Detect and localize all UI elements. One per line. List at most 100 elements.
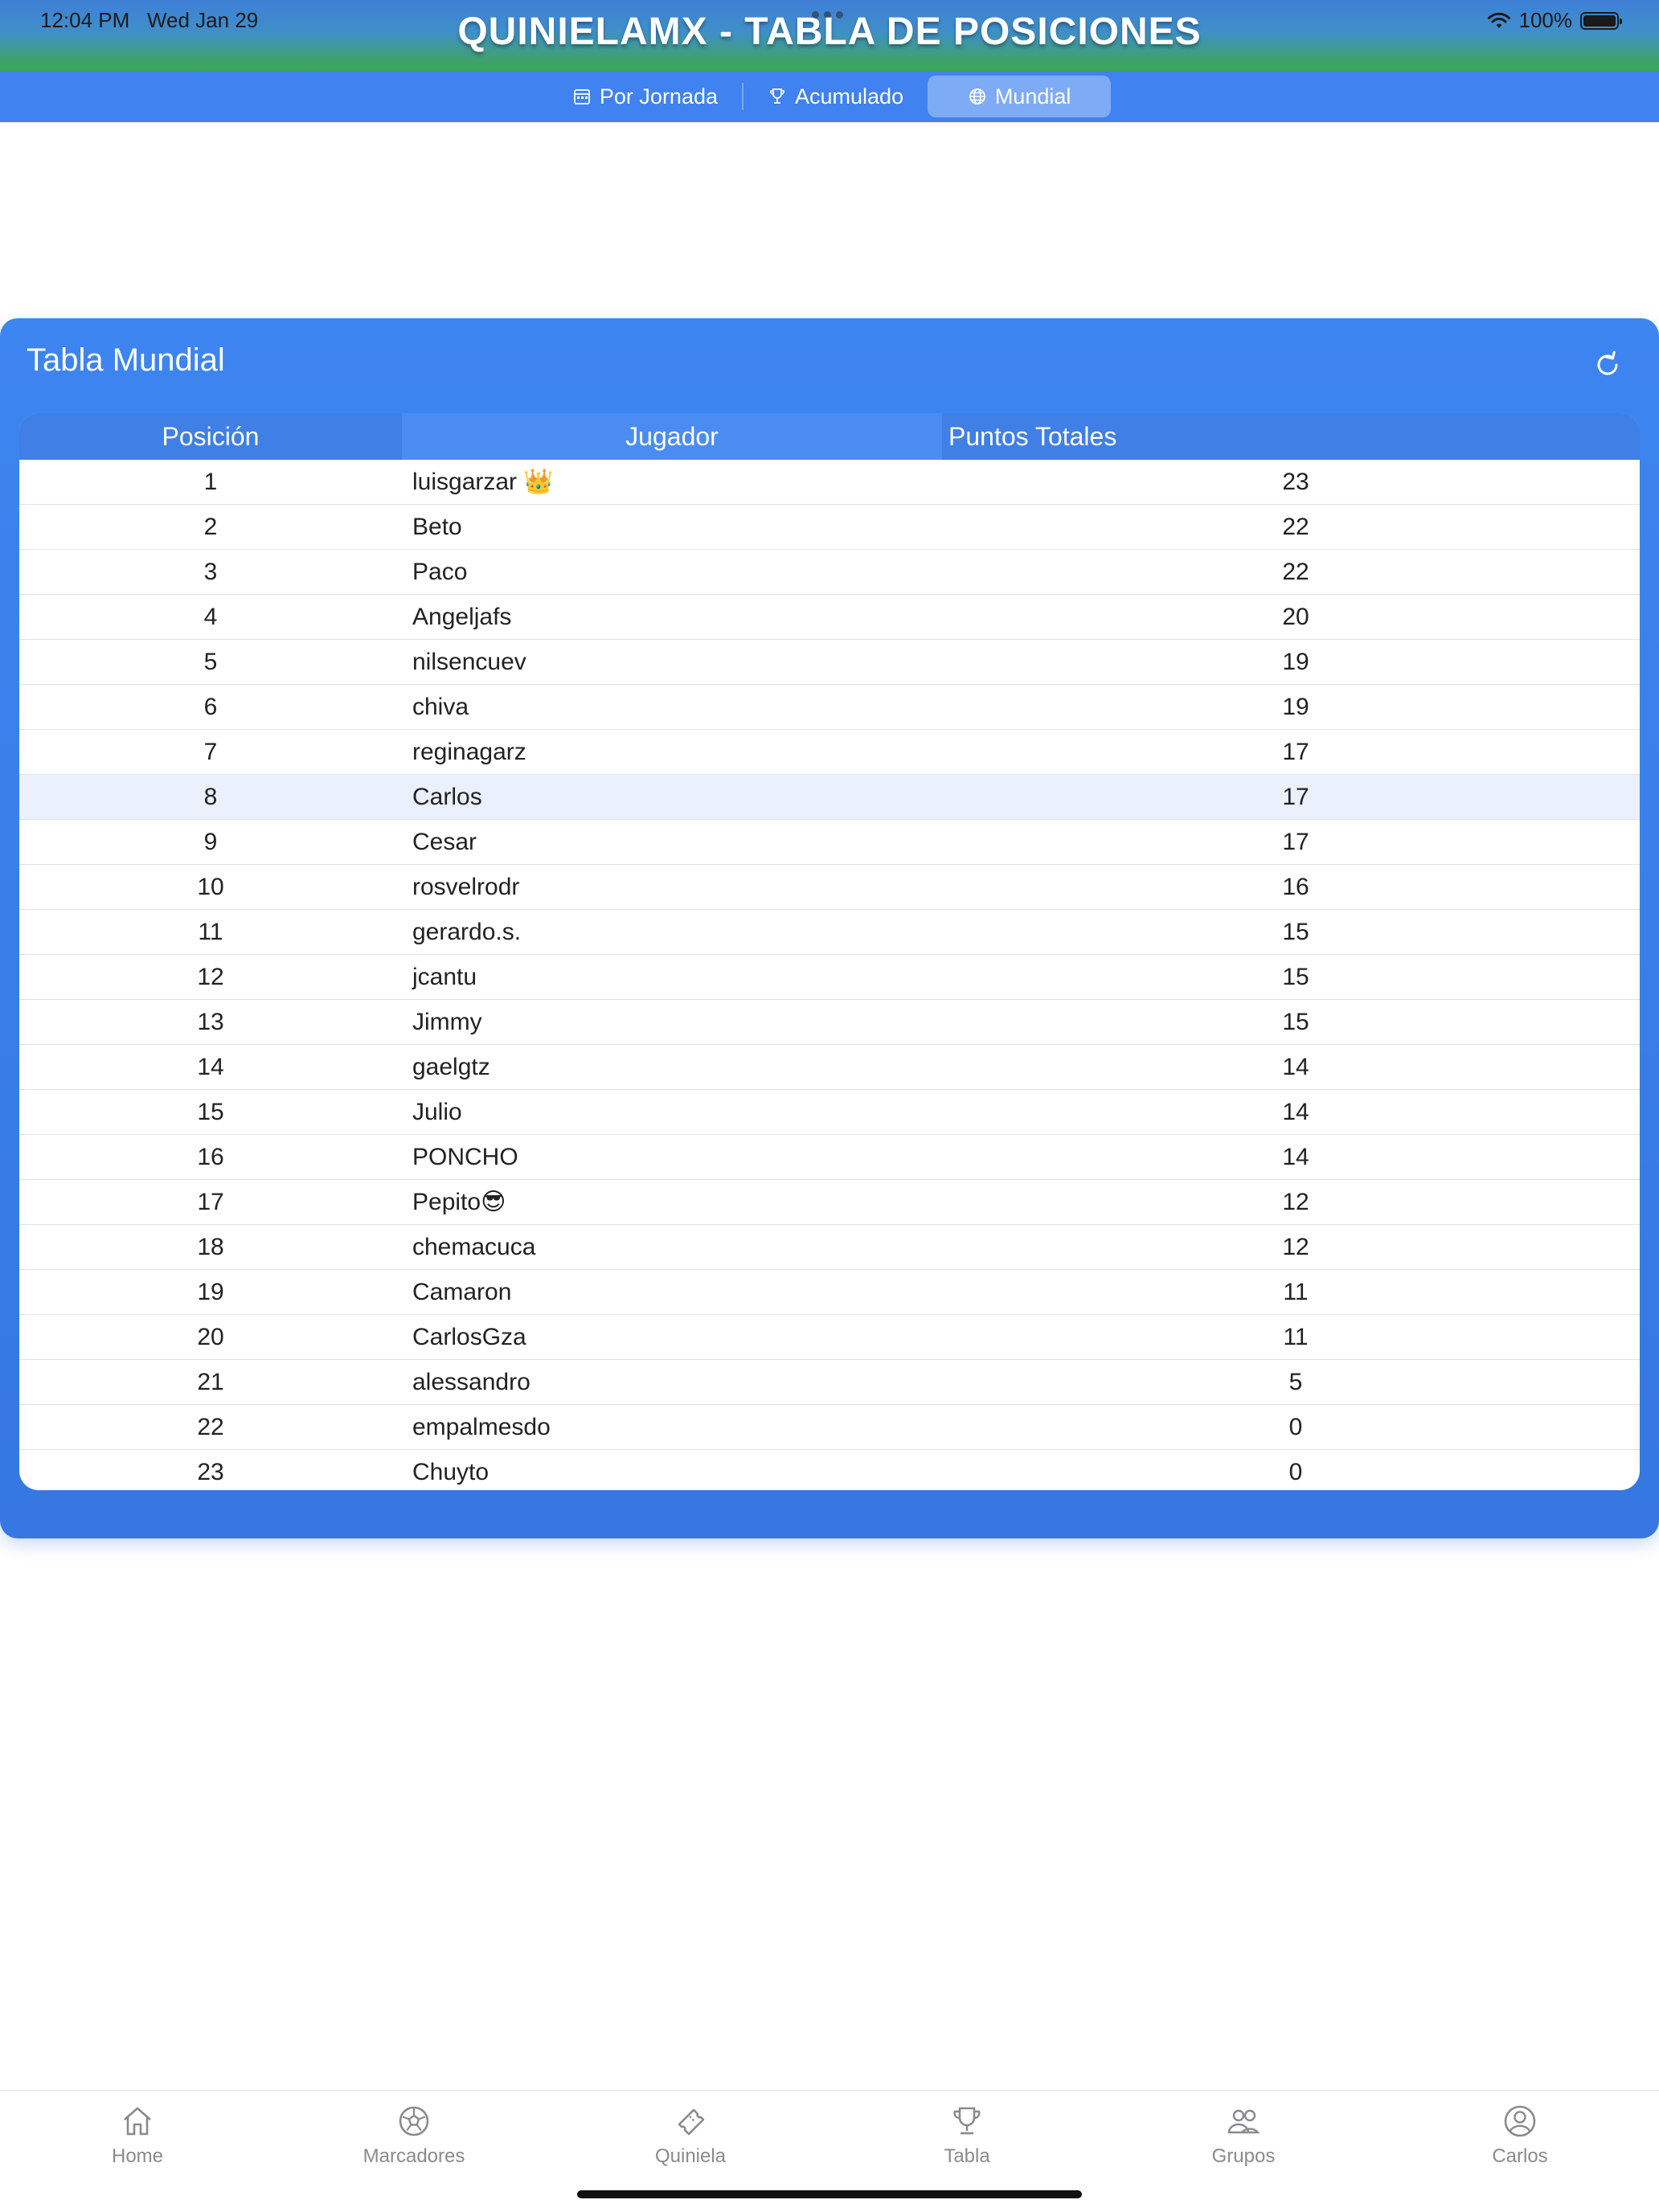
cell-position: 2 [203,514,218,540]
cell-player: CarlosGza [412,1324,526,1350]
column-header-puntos[interactable]: Puntos Totales [942,413,1640,460]
column-header-posicion[interactable]: Posición [19,413,402,460]
table-row[interactable]: 9 Cesar 17 [19,820,1640,865]
standings-card: Tabla Mundial Posición Jugador Puntos To… [0,318,1659,1538]
nav-label: Marcadores [363,2145,465,2167]
nav-quiniela[interactable]: Quiniela [610,2102,771,2168]
table-row[interactable]: 12 jcantu 15 [19,955,1640,1000]
cell-player: Pepito😎 [412,1189,506,1215]
cell-position: 15 [197,1099,224,1125]
table-row[interactable]: 4 Angeljafs 20 [19,595,1640,640]
cell-position: 22 [197,1414,224,1440]
cell-player: Paco [412,559,468,585]
cell-player: chemacuca [412,1234,536,1260]
cell-points: 17 [1282,829,1309,855]
cell-points: 15 [1282,1009,1309,1035]
table-body: 1 luisgarzar 👑 23 2 Beto 22 3 Paco 22 4 Angeljafs 2… [19,460,1640,1490]
card-title: Tabla Mundial [27,342,225,378]
status-indicators: 100% [1487,8,1622,33]
table-row[interactable]: 2 Beto 22 [19,505,1640,550]
table-row[interactable]: 10 rosvelrodr 16 [19,865,1640,910]
cell-points: 0 [1288,1459,1303,1485]
column-header-jugador[interactable]: Jugador [402,413,942,460]
cell-player: jcantu [412,964,477,990]
cell-position: 6 [203,694,218,720]
table-row[interactable]: 8 Carlos 17 [19,775,1640,820]
cell-player: gerardo.s. [412,919,522,945]
table-row[interactable]: 17 Pepito😎 12 [19,1180,1640,1225]
table-row[interactable]: 13 Jimmy 15 [19,1000,1640,1045]
cell-position: 1 [203,469,218,495]
cell-points: 12 [1282,1234,1309,1260]
refresh-icon[interactable] [1590,347,1625,383]
cell-player: PONCHO [412,1144,518,1170]
nav-label: Grupos [1211,2145,1276,2167]
nav-label: Home [111,2145,164,2167]
home-indicator[interactable] [577,2190,1082,2198]
cell-player: gaelgtz [412,1054,490,1080]
globe-icon [969,88,985,104]
table-row[interactable]: 22 empalmesdo 0 [19,1405,1640,1450]
nav-grupos[interactable]: Grupos [1163,2102,1324,2168]
cell-position: 16 [197,1144,224,1170]
cell-points: 15 [1282,919,1309,945]
cell-points: 15 [1282,964,1309,990]
nav-marcadores[interactable]: Marcadores [334,2102,494,2168]
trophy-icon [770,88,784,104]
table-row[interactable]: 19 Camaron 11 [19,1270,1640,1315]
standings-table: Posición Jugador Puntos Totales 1 luisgar… [19,413,1640,1490]
table-row[interactable]: 11 gerardo.s. 15 [19,910,1640,955]
cell-points: 20 [1282,604,1309,630]
cell-position: 19 [197,1279,224,1305]
table-row[interactable]: 23 Chuyto 0 [19,1450,1640,1490]
cell-position: 8 [203,784,218,810]
cell-player: chiva [412,694,469,720]
cell-points: 5 [1288,1369,1303,1395]
nav-label: Tabla [944,2145,990,2167]
table-row[interactable]: 7 reginagarz 17 [19,730,1640,775]
table-row[interactable]: 15 Julio 14 [19,1090,1640,1135]
table-row[interactable]: 5 nilsencuev 19 [19,640,1640,685]
cell-points: 14 [1282,1099,1309,1125]
cell-points: 0 [1288,1414,1303,1440]
cell-points: 11 [1283,1324,1309,1350]
table-header: Posición Jugador Puntos Totales [19,413,1640,460]
table-row[interactable]: 3 Paco 22 [19,550,1640,595]
cell-player: Julio [412,1099,462,1125]
nav-label: Carlos [1492,2145,1548,2167]
tab-label: Mundial [994,84,1071,109]
bottom-tab-bar: Home Marcadores Quiniela Tabla Grupos Ca… [0,2090,1659,2212]
app-header: 12:04 PM Wed Jan 29 QUINIELAMX - TABLA D… [0,0,1659,71]
ticket-icon [678,2108,705,2136]
tab-mundial[interactable]: Mundial [928,76,1112,117]
tab-por-jornada[interactable]: Por Jornada [548,76,742,117]
calendar-icon [574,89,590,104]
cell-points: 11 [1283,1279,1309,1305]
cell-position: 12 [197,964,224,990]
cell-player: Angeljafs [412,604,512,630]
cell-player: Camaron [412,1279,512,1305]
group-icon [1227,2109,1260,2134]
cell-position: 3 [203,559,218,585]
cell-player: Jimmy [412,1009,482,1035]
table-row[interactable]: 21 alessandro 5 [19,1360,1640,1405]
cell-position: 14 [197,1054,224,1080]
soccer-ball-icon [399,2106,429,2136]
table-row[interactable]: 14 gaelgtz 14 [19,1045,1640,1090]
table-row[interactable]: 6 chiva 19 [19,685,1640,730]
cell-player: luisgarzar 👑 [412,469,554,495]
cell-position: 9 [203,829,218,855]
nav-tabla[interactable]: Tabla [887,2102,1047,2168]
nav-home[interactable]: Home [57,2102,218,2168]
cell-player: rosvelrodr [412,874,520,900]
table-row[interactable]: 1 luisgarzar 👑 23 [19,460,1640,505]
table-row[interactable]: 20 CarlosGza 11 [19,1315,1640,1360]
cell-points: 14 [1282,1144,1309,1170]
cell-player: Beto [412,514,462,540]
table-row[interactable]: 16 PONCHO 14 [19,1135,1640,1180]
nav-profile[interactable]: Carlos [1440,2102,1600,2168]
table-row[interactable]: 18 chemacuca 12 [19,1225,1640,1270]
tab-acumulado[interactable]: Acumulado [743,76,928,117]
cell-points: 12 [1282,1189,1309,1215]
cell-points: 22 [1282,559,1309,585]
